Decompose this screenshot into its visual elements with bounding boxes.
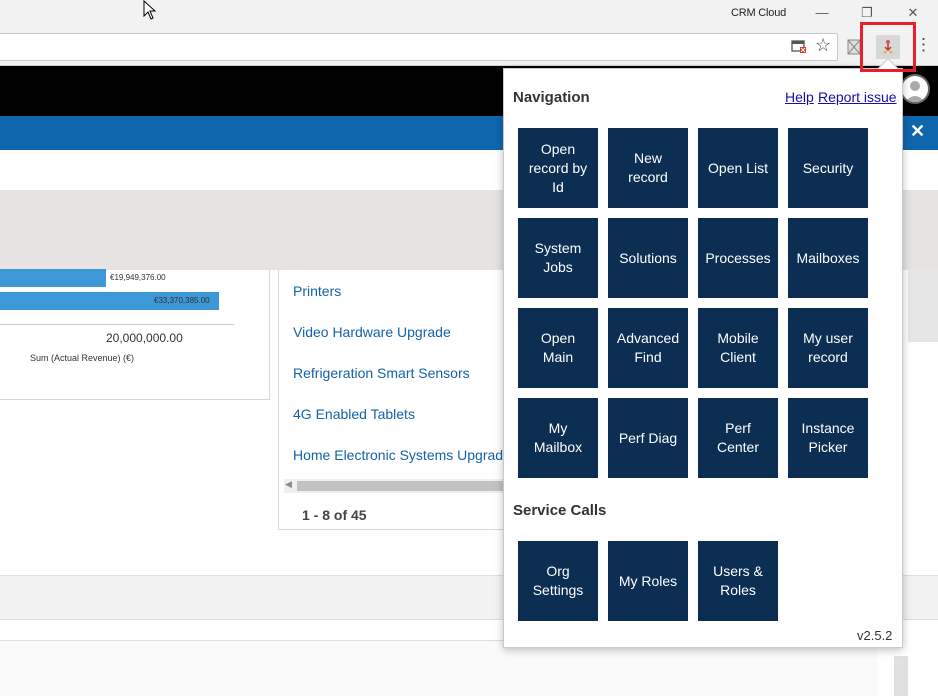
minimize-button[interactable]: — xyxy=(807,3,837,23)
nav-mailboxes-button[interactable]: Mailboxes xyxy=(788,218,868,298)
blocked-popup-icon[interactable] xyxy=(791,40,807,54)
extension-icon[interactable] xyxy=(847,39,861,55)
user-avatar[interactable] xyxy=(900,74,930,104)
restore-button[interactable]: ❐ xyxy=(852,3,882,23)
report-issue-link[interactable]: Report issue xyxy=(818,89,897,105)
nav-system-jobs-button[interactable]: System Jobs xyxy=(518,218,598,298)
nav-mobile-client-button[interactable]: Mobile Client xyxy=(698,308,778,388)
nav-new-record-button[interactable]: New record xyxy=(608,128,688,208)
service-org-settings-button[interactable]: Org Settings xyxy=(518,541,598,621)
window-title-bar: CRM Cloud — ❐ ✕ xyxy=(0,0,938,29)
nav-open-record-by-id-button[interactable]: Open record by Id xyxy=(518,128,598,208)
chart-axis-tick: 20,000,000.00 xyxy=(106,331,183,345)
browser-menu-icon[interactable]: ⋮ xyxy=(915,35,932,55)
help-link[interactable]: Help xyxy=(785,89,814,105)
navigation-title: Navigation xyxy=(513,89,590,106)
chart-axis-title: Sum (Actual Revenue) (€) xyxy=(30,353,135,363)
list-item[interactable]: Home Electronic Systems Upgrade xyxy=(293,447,511,463)
nav-security-button[interactable]: Security xyxy=(788,128,868,208)
nav-my-mailbox-button[interactable]: My Mailbox xyxy=(518,398,598,478)
close-icon[interactable]: ✕ xyxy=(910,121,925,142)
nav-perf-center-button[interactable]: Perf Center xyxy=(698,398,778,478)
vertical-scrollbar-lower[interactable] xyxy=(894,656,908,696)
nav-open-list-button[interactable]: Open List xyxy=(698,128,778,208)
nav-perf-diag-button[interactable]: Perf Diag xyxy=(608,398,688,478)
mouse-cursor-icon xyxy=(143,0,157,20)
list-item[interactable]: Video Hardware Upgrade xyxy=(293,324,451,340)
scroll-left-arrow-icon[interactable]: ◀ xyxy=(285,479,292,490)
version-label: v2.5.2 xyxy=(857,628,893,643)
nav-instance-picker-button[interactable]: Instance Picker xyxy=(788,398,868,478)
lower-section-body xyxy=(0,640,878,696)
bookmark-star-icon[interactable]: ☆ xyxy=(815,35,831,56)
nav-open-main-button[interactable]: Open Main xyxy=(518,308,598,388)
browser-toolbar: ☆ ⋮ xyxy=(0,29,938,66)
nav-processes-button[interactable]: Processes xyxy=(698,218,778,298)
chart-axis-line xyxy=(0,324,234,325)
window-title: CRM Cloud xyxy=(731,7,787,19)
close-window-button[interactable]: ✕ xyxy=(898,3,928,23)
vertical-scrollbar[interactable] xyxy=(908,270,938,342)
horizontal-scrollbar-thumb[interactable] xyxy=(297,481,507,491)
nav-advanced-find-button[interactable]: Advanced Find xyxy=(608,308,688,388)
chart-bar-1 xyxy=(0,269,106,287)
service-my-roles-button[interactable]: My Roles xyxy=(608,541,688,621)
nav-solutions-button[interactable]: Solutions xyxy=(608,218,688,298)
list-pager: 1 - 8 of 45 xyxy=(302,507,367,523)
chart-bar-1-label: €19,949,376.00 xyxy=(110,273,166,282)
list-item[interactable]: Printers xyxy=(293,283,341,299)
service-calls-title: Service Calls xyxy=(513,502,607,519)
nav-my-user-record-button[interactable]: My user record xyxy=(788,308,868,388)
list-item[interactable]: Refrigeration Smart Sensors xyxy=(293,365,470,381)
address-bar[interactable] xyxy=(0,33,838,61)
service-users-roles-button[interactable]: Users & Roles xyxy=(698,541,778,621)
level-up-extension-icon[interactable] xyxy=(876,35,900,59)
list-item[interactable]: 4G Enabled Tablets xyxy=(293,406,415,422)
chart-bar-2-label: €33,370,385.00 xyxy=(154,296,210,305)
